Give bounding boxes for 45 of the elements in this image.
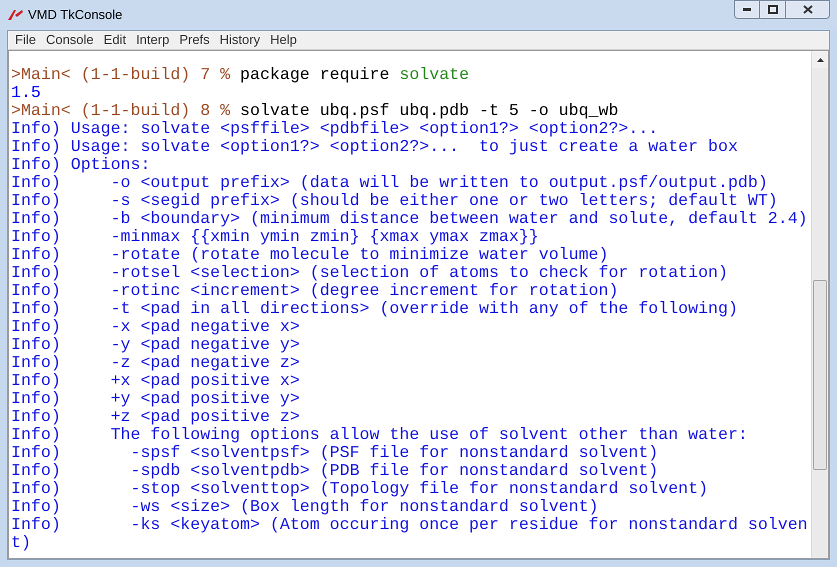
console-line: Info) -minmax {{xmin ymin zmin} {xmax ymax zmax}} — [11, 228, 539, 246]
menu-item[interactable]: Console — [40, 30, 99, 50]
console-line: Info) -rotsel <selection> (selection of atoms to check for rotation) — [11, 264, 728, 282]
menu-item[interactable]: Help — [265, 30, 302, 50]
console-line: Info) -ws <size> (Box length for nonstandard solvent) — [11, 498, 599, 516]
console-line: Info) Usage: solvate <option1?> <option2?>... to just create a water box — [11, 138, 738, 156]
menu-item[interactable]: History — [214, 30, 266, 50]
console-line: Info) +z <pad positive z> — [11, 408, 300, 426]
console-line: Info) Options: — [11, 156, 150, 174]
console-line: Info) -ks <keyatom> (Atom occuring once per residue for nonstandard solven — [11, 516, 808, 534]
close-button[interactable] — [786, 0, 830, 19]
console-line: Info) Usage: solvate <psffile> <pdbfile> <option1?> <option2?>... — [11, 120, 658, 138]
console-line: Info) +x <pad positive x> — [11, 372, 300, 390]
restore-icon — [768, 5, 778, 14]
console-line: Info) -rotinc <increment> (degree increment for rotation) — [11, 282, 618, 300]
console-line: 1.5 — [11, 84, 41, 102]
console-line: t) — [11, 534, 31, 552]
scroll-thumb[interactable] — [813, 280, 827, 470]
scrollbar[interactable] — [811, 51, 828, 558]
console-line: Info) -s <segid prefix> (should be either one or two letters; default WT) — [11, 192, 778, 210]
scroll-up-button[interactable] — [812, 51, 828, 68]
minimize-icon — [743, 8, 751, 11]
up-arrow-icon — [816, 58, 824, 62]
console-line: Info) -o <output prefix> (data will be written to output.psf/output.pdb) — [11, 174, 768, 192]
console-line: Info) -spsf <solventpsf> (PSF file for nonstandard solvent) — [11, 444, 658, 462]
close-icon — [802, 5, 812, 14]
menu-item[interactable]: File — [10, 30, 41, 50]
menu-item[interactable]: Prefs — [174, 30, 215, 50]
maximize-button[interactable] — [760, 0, 786, 19]
console-line: >Main< (1-1-build) 8 % solvate ubq.psf ubq.pdb -t 5 -o ubq_wb — [11, 102, 618, 120]
console-line: Info) -x <pad negative x> — [11, 318, 300, 336]
console-line: Info) -rotate (rotate molecule to minimize water volume) — [11, 246, 608, 264]
menu-item[interactable]: Edit — [98, 30, 132, 50]
console-line: Info) -spdb <solventpdb> (PDB file for nonstandard solvent) — [11, 462, 658, 480]
console-line: Info) -z <pad negative z> — [11, 354, 300, 372]
console-line: Info) The following options allow the use of solvent other than water: — [11, 426, 748, 444]
console-line: >Main< (1-1-build) 7 % package require solvate — [11, 66, 470, 84]
window-title: VMD TkConsole — [28, 6, 122, 24]
console-line: Info) -y <pad negative y> — [11, 336, 300, 354]
console-line: Info) -stop <solventtop> (Topology file for nonstandard solvent) — [11, 480, 708, 498]
minimize-button[interactable] — [734, 0, 760, 19]
console-line: Info) +y <pad positive y> — [11, 390, 300, 408]
menu-item[interactable]: Interp — [131, 30, 174, 50]
console-line: Info) -b <boundary> (minimum distance between water and solute, default 2.4) — [11, 210, 808, 228]
console-line: Info) -t <pad in all directions> (override with any of the following) — [11, 300, 738, 318]
